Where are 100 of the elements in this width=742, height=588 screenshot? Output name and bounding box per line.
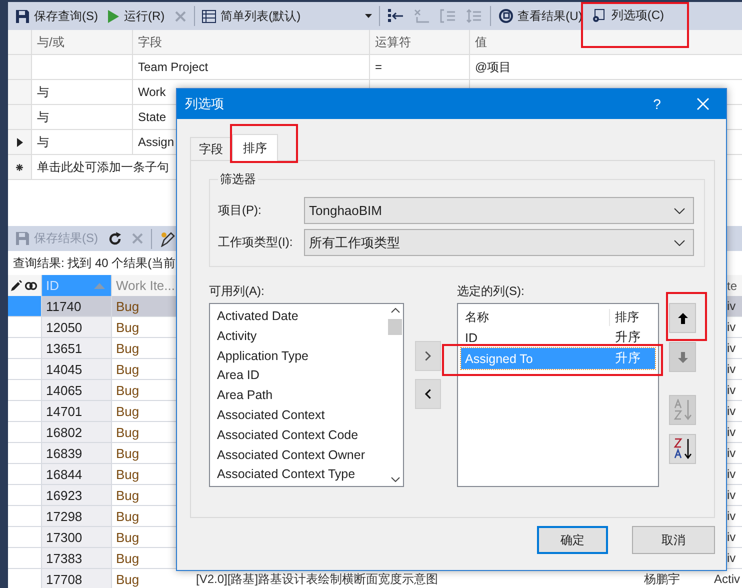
table-cell-text: Bug	[115, 444, 140, 463]
ungroup-clauses-icon	[466, 9, 482, 23]
field-label: 项目(P):	[218, 202, 262, 219]
scroll-thumb[interactable]	[388, 319, 402, 335]
tab[interactable]: 排序	[232, 134, 278, 161]
results-icon	[498, 9, 513, 23]
list-item[interactable]: Associated Context	[217, 406, 387, 426]
list-item[interactable]: Associated Context Type	[217, 465, 387, 486]
table-cell: [V2.0][路基]路基设计表绘制横断面宽度示意图	[196, 570, 438, 588]
save-icon	[16, 232, 29, 245]
project-dropdown[interactable]: TonghaoBIM	[304, 197, 694, 224]
table-cell: 13651	[42, 338, 112, 358]
ok-button[interactable]: 确定	[537, 526, 608, 554]
chevron-down-icon	[674, 208, 685, 214]
delete-clause-icon	[414, 9, 430, 23]
table-cell: 杨鹏宇	[644, 570, 680, 588]
work-item-type-dropdown[interactable]: 所有工作项类型	[304, 229, 694, 256]
tab[interactable]: 字段	[190, 137, 232, 160]
list-label: 可用列(A):	[209, 283, 266, 300]
table-cell-text: Bug	[115, 508, 140, 526]
table-cell: 11740	[42, 296, 112, 316]
chevron-down-icon	[390, 477, 400, 482]
help-button[interactable]: ?	[634, 89, 680, 119]
cancel-button[interactable]: 取消	[632, 526, 715, 554]
status-text: 查询结果: 找到 40 个结果(当前	[13, 254, 176, 272]
chevron-right-icon	[425, 351, 431, 361]
list-item[interactable]: Associated Context Owner	[217, 446, 387, 466]
refresh-icon	[108, 232, 122, 246]
table-cell: iv	[727, 320, 736, 334]
toolbar-button[interactable]: 保存查询(S)	[11, 4, 103, 28]
table-cell: iv	[727, 446, 736, 460]
group-label: 筛选器	[219, 171, 257, 188]
column-header: 名称	[464, 308, 490, 326]
table-cell-text: Bug	[115, 528, 140, 547]
table-cell: iv	[727, 488, 736, 502]
current-row-icon	[16, 138, 22, 146]
list-item[interactable]: Area ID	[217, 366, 387, 386]
table-cell: 16802	[42, 422, 112, 442]
table-cell: iv	[727, 341, 736, 355]
chevron-down-icon	[674, 240, 685, 246]
toolbar-button[interactable]: 运行(R)	[103, 4, 170, 28]
list-item[interactable]: Activity	[217, 326, 387, 347]
arrow-down-icon	[678, 352, 688, 362]
table-cell: iv	[727, 425, 736, 439]
column-header: 与/或	[32, 30, 133, 54]
table-cell: 17300	[42, 527, 112, 547]
toolbar-button[interactable]: 列选项(C)	[587, 4, 670, 27]
table-cell-text: Bug	[115, 318, 140, 337]
list-item[interactable]: Associated Context Code	[217, 426, 387, 446]
list-item[interactable]: Application Type	[217, 346, 387, 366]
remove-column-button[interactable]	[415, 379, 441, 409]
caret-icon	[364, 14, 372, 18]
list-item[interactable]: Area Path	[217, 386, 387, 406]
link-icon	[25, 282, 37, 290]
table-cell: 16844	[42, 464, 112, 484]
new-row-icon	[16, 164, 23, 170]
field-label: 工作项类型(I):	[218, 234, 294, 251]
sort-button[interactable]	[669, 303, 696, 333]
table-cell-text: Bug	[115, 340, 140, 358]
table-cell: 14065	[42, 380, 112, 400]
row-selector[interactable]	[8, 296, 42, 316]
sort-descending-icon	[672, 438, 692, 460]
close-icon	[132, 233, 143, 244]
add-column-button[interactable]	[415, 341, 441, 371]
table-cell-text: Bug	[115, 360, 140, 379]
table-cell: iv	[727, 383, 736, 397]
table-cell: 14701	[42, 401, 112, 421]
insert-clause-icon	[388, 9, 404, 23]
list-item[interactable]: Activated Date	[217, 307, 387, 327]
table-cell: iv	[727, 467, 736, 481]
table-cell-text: Bug	[115, 550, 140, 568]
group-clauses-icon	[440, 9, 456, 23]
play-icon	[108, 10, 119, 22]
table-cell: iv	[727, 404, 736, 418]
column-header: 字段	[133, 30, 370, 54]
pencil-icon	[11, 280, 22, 291]
table-cell: 14045	[42, 359, 112, 379]
column-header: 值	[470, 30, 742, 54]
table-cell: =	[370, 55, 470, 79]
table-cell-text: Bug	[115, 424, 140, 442]
list-item[interactable]: ID 升序	[461, 327, 655, 348]
table-cell: 与	[32, 130, 133, 154]
sort-button[interactable]	[669, 434, 696, 464]
table-cell-text: Bug	[115, 466, 140, 484]
table-cell: iv	[727, 509, 736, 523]
row-header[interactable]	[8, 130, 32, 154]
list-label: 选定的列(S):	[457, 283, 526, 300]
save-icon	[16, 10, 29, 22]
table-cell: 与	[32, 105, 133, 129]
close-icon	[697, 98, 709, 110]
table-cell: 17708	[42, 569, 112, 588]
view-mode-dropdown[interactable]: 简单列表(默认)	[198, 4, 376, 28]
table-cell: Team Project	[133, 55, 370, 79]
column-header: 运算符	[370, 30, 470, 54]
close-icon	[174, 10, 186, 22]
table-cell: iv	[727, 530, 736, 544]
table-cell: iv	[727, 551, 736, 565]
table-cell: Activ	[714, 572, 740, 586]
table-cell: iv	[727, 299, 736, 313]
table-cell: 16923	[42, 485, 112, 505]
